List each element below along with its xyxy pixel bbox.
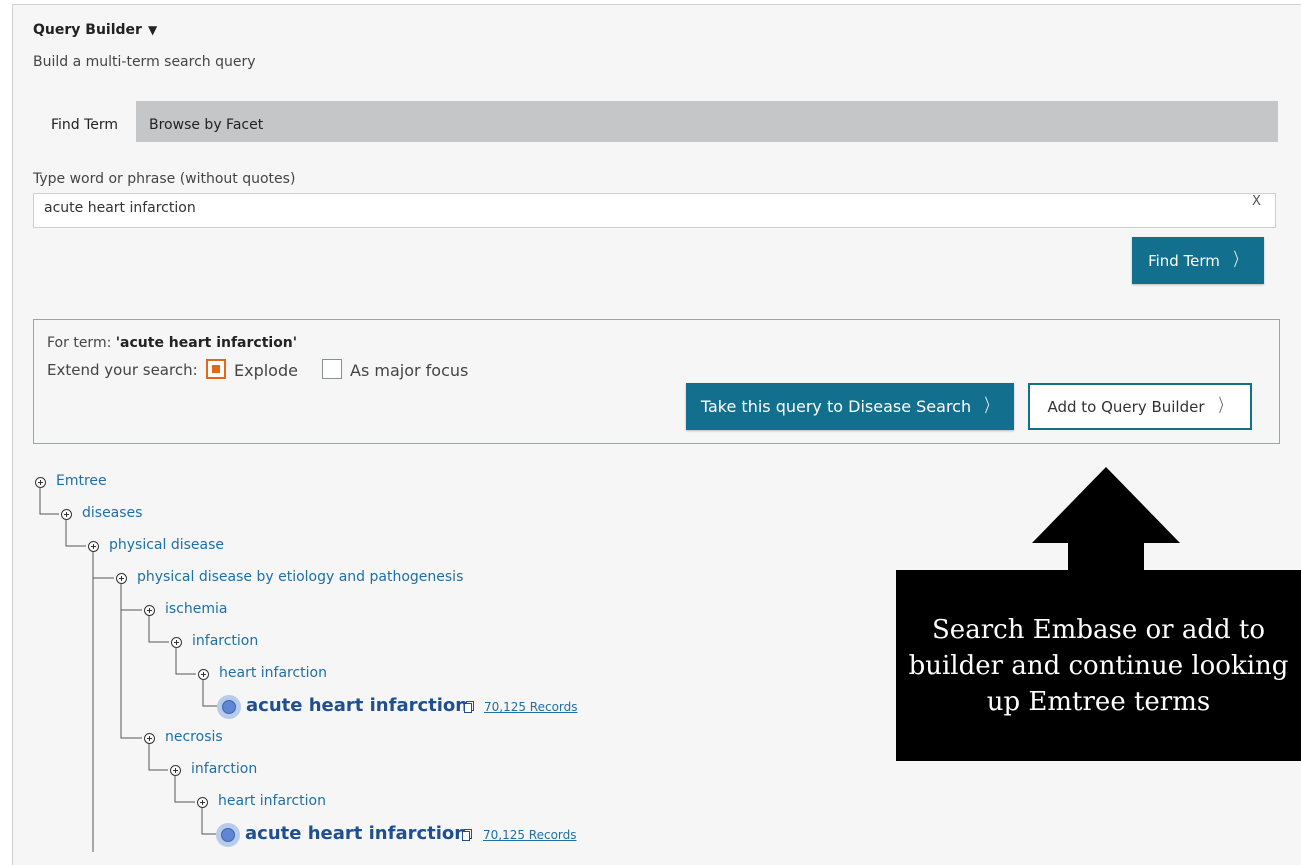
annotation-callout: Search Embase or add to builder and cont…	[896, 570, 1301, 761]
